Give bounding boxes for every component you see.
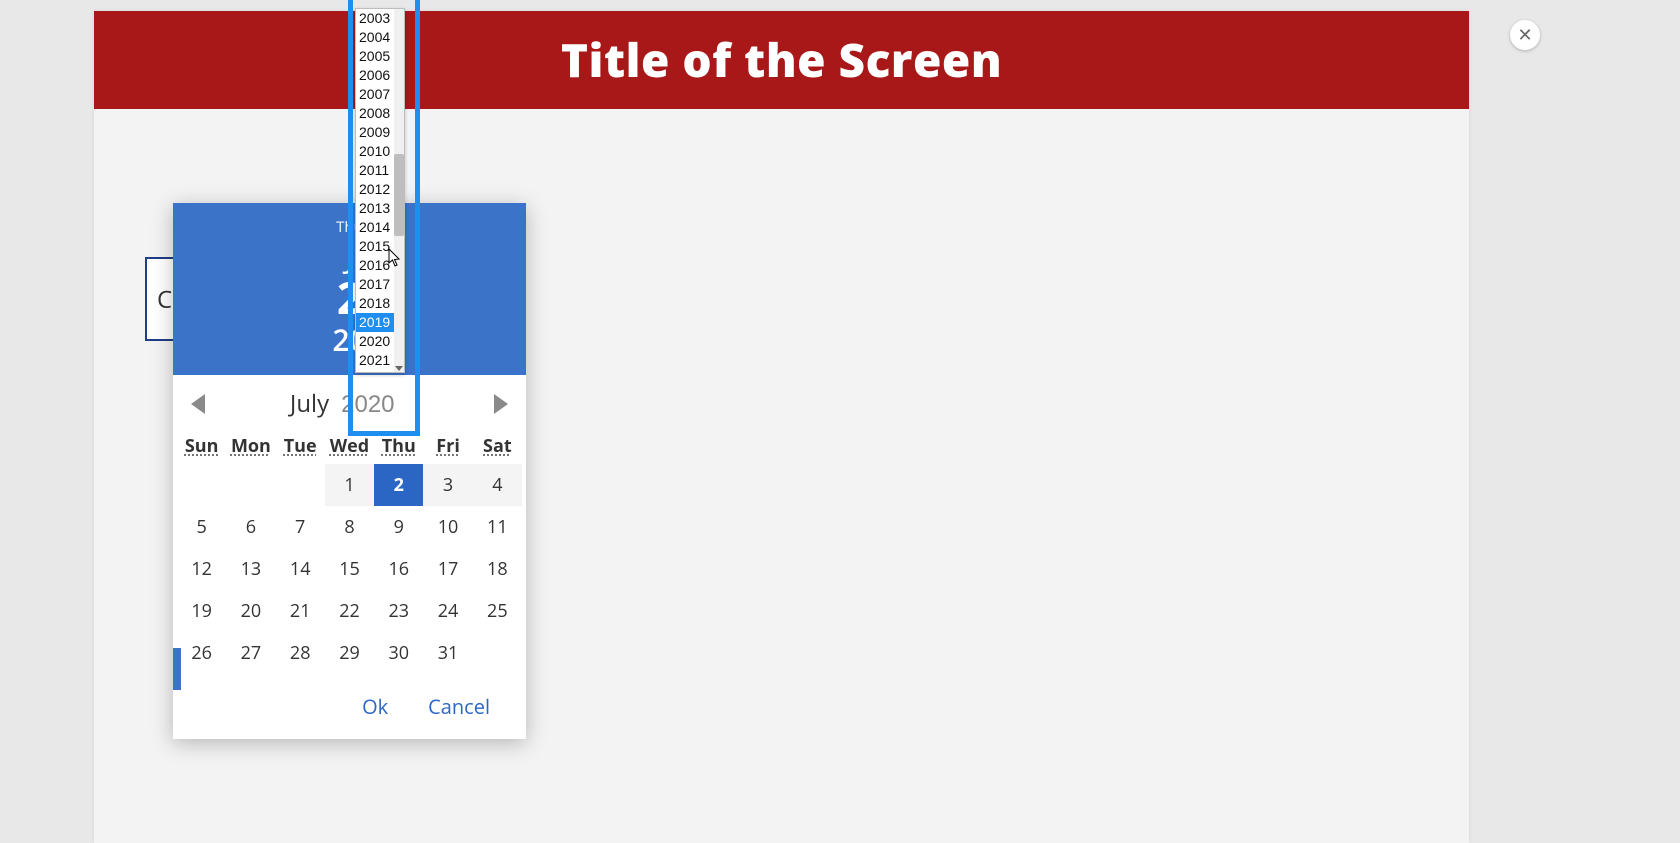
- calendar-day-27[interactable]: 27: [226, 632, 275, 674]
- next-month-icon[interactable]: [494, 394, 508, 414]
- year-option-2011[interactable]: 2011: [356, 161, 394, 180]
- year-dropdown-list[interactable]: 2003200420052006200720082009201020112012…: [355, 8, 405, 373]
- calendar-day-16[interactable]: 16: [374, 548, 423, 590]
- year-select[interactable]: [339, 390, 409, 420]
- year-option-2021[interactable]: 2021: [356, 351, 394, 370]
- calendar-day-17[interactable]: 17: [423, 548, 472, 590]
- dow-wed: Wed: [325, 434, 374, 458]
- year-option-2006[interactable]: 2006: [356, 66, 394, 85]
- calendar-day-31[interactable]: 31: [423, 632, 472, 674]
- ok-button[interactable]: Ok: [356, 692, 394, 721]
- dow-sat: Sat: [473, 434, 522, 458]
- calendar-day-21[interactable]: 21: [276, 590, 325, 632]
- year-option-2019[interactable]: 2019: [356, 313, 394, 332]
- date-picker-header: Thu J 2 20: [173, 203, 526, 375]
- calendar-day-25[interactable]: 25: [473, 590, 522, 632]
- calendar-day-4[interactable]: 4: [473, 464, 522, 506]
- dow-fri: Fri: [423, 434, 472, 458]
- calendar-day-6[interactable]: 6: [226, 506, 275, 548]
- calendar-day-2[interactable]: 2: [374, 464, 423, 506]
- calendar-day-8[interactable]: 8: [325, 506, 374, 548]
- calendar-day-19[interactable]: 19: [177, 590, 226, 632]
- year-dropdown-scrollbar-track[interactable]: [394, 9, 404, 372]
- calendar-day-23[interactable]: 23: [374, 590, 423, 632]
- calendar-cell-empty: [226, 464, 275, 506]
- calendar-day-10[interactable]: 10: [423, 506, 472, 548]
- calendar-day-9[interactable]: 9: [374, 506, 423, 548]
- month-nav: July: [173, 375, 526, 426]
- year-option-2004[interactable]: 2004: [356, 28, 394, 47]
- header-day: 2: [173, 275, 526, 319]
- calendar-day-11[interactable]: 11: [473, 506, 522, 548]
- year-option-2009[interactable]: 2009: [356, 123, 394, 142]
- month-label[interactable]: July: [290, 387, 329, 420]
- dow-thu: Thu: [374, 434, 423, 458]
- prev-month-icon[interactable]: [191, 394, 205, 414]
- year-option-2005[interactable]: 2005: [356, 47, 394, 66]
- close-icon: ✕: [1517, 23, 1532, 47]
- close-button[interactable]: ✕: [1510, 20, 1540, 50]
- year-option-2017[interactable]: 2017: [356, 275, 394, 294]
- calendar-day-1[interactable]: 1: [325, 464, 374, 506]
- day-of-week-header: SunMonTueWedThuFriSat: [173, 426, 526, 464]
- calendar-cell-empty: [177, 464, 226, 506]
- dow-mon: Mon: [226, 434, 275, 458]
- year-option-2008[interactable]: 2008: [356, 104, 394, 123]
- year-option-2010[interactable]: 2010: [356, 142, 394, 161]
- calendar-day-15[interactable]: 15: [325, 548, 374, 590]
- calendar-day-29[interactable]: 29: [325, 632, 374, 674]
- year-option-2016[interactable]: 2016: [356, 256, 394, 275]
- header-year: 20: [173, 325, 526, 355]
- year-option-2014[interactable]: 2014: [356, 218, 394, 237]
- date-picker-actions: Ok Cancel: [173, 678, 526, 739]
- year-option-2015[interactable]: 2015: [356, 237, 394, 256]
- year-option-2007[interactable]: 2007: [356, 85, 394, 104]
- year-option-2018[interactable]: 2018: [356, 294, 394, 313]
- title-banner: Title of the Screen: [94, 11, 1469, 109]
- year-option-2003[interactable]: 2003: [356, 9, 394, 28]
- page-title: Title of the Screen: [561, 29, 1002, 91]
- header-weekday: Thu: [173, 217, 526, 237]
- calendar-day-24[interactable]: 24: [423, 590, 472, 632]
- calendar-day-5[interactable]: 5: [177, 506, 226, 548]
- calendar-day-3[interactable]: 3: [423, 464, 472, 506]
- dow-tue: Tue: [276, 434, 325, 458]
- calendar-cell-empty: [276, 464, 325, 506]
- year-option-2012[interactable]: 2012: [356, 180, 394, 199]
- calendar-day-26[interactable]: 26: [177, 632, 226, 674]
- year-option-2013[interactable]: 2013: [356, 199, 394, 218]
- calendar-day-30[interactable]: 30: [374, 632, 423, 674]
- calendar-day-7[interactable]: 7: [276, 506, 325, 548]
- today-indicator-bar: [173, 648, 181, 690]
- calendar-day-14[interactable]: 14: [276, 548, 325, 590]
- cancel-button[interactable]: Cancel: [422, 692, 496, 721]
- calendar-cell-empty: [473, 632, 522, 674]
- calendar-day-28[interactable]: 28: [276, 632, 325, 674]
- dow-sun: Sun: [177, 434, 226, 458]
- date-picker: Thu J 2 20 July SunMonTueWedThuFriSat 12…: [173, 203, 526, 739]
- calendar-day-18[interactable]: 18: [473, 548, 522, 590]
- year-dropdown-scrollbar-thumb[interactable]: [394, 154, 404, 236]
- calendar-day-22[interactable]: 22: [325, 590, 374, 632]
- calendar-day-12[interactable]: 12: [177, 548, 226, 590]
- year-option-2020[interactable]: 2020: [356, 332, 394, 351]
- calendar-day-20[interactable]: 20: [226, 590, 275, 632]
- chevron-down-icon[interactable]: [395, 366, 403, 371]
- calendar-grid: 1234567891011121314151617181920212223242…: [173, 464, 526, 678]
- calendar-day-13[interactable]: 13: [226, 548, 275, 590]
